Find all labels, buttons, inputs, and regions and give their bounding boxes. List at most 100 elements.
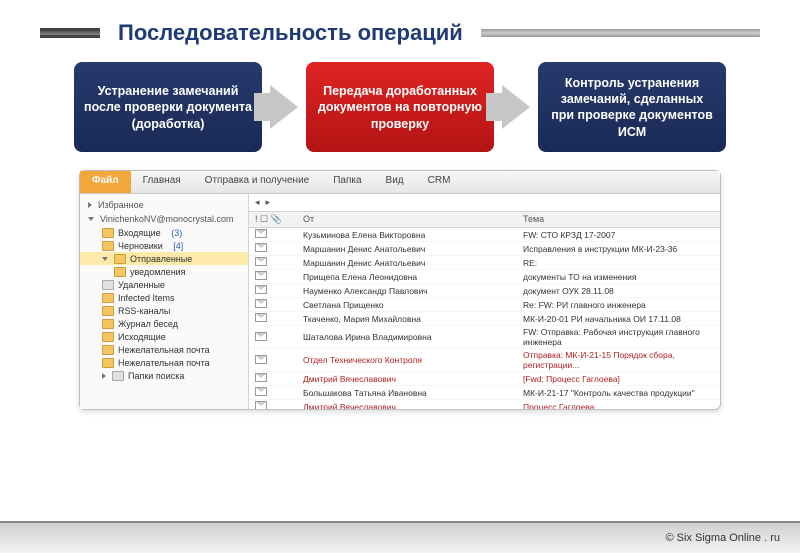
folder-label: Удаленные xyxy=(118,280,165,290)
account-header[interactable]: VinichenkoNV@monocrystal.com xyxy=(80,212,248,226)
message-row[interactable]: Маршанин Денис АнатольевичRE: xyxy=(249,256,720,270)
folder-label: Infected Items xyxy=(118,293,175,303)
message-row[interactable]: Маршанин Денис АнатольевичИсправления в … xyxy=(249,242,720,256)
folder-label: Нежелательная почта xyxy=(118,345,210,355)
message-row[interactable]: Дмитрий Вячеславович[Fwd: Процесс Гаглое… xyxy=(249,372,720,386)
col-flags[interactable]: ! ☐ 📎 xyxy=(255,214,303,225)
folder-outbox[interactable]: Исходящие xyxy=(80,330,248,343)
step-resubmit: Передача доработанных документов на повт… xyxy=(306,62,494,152)
ribbon: Файл Главная Отправка и получение Папка … xyxy=(80,171,720,194)
rows-container: Кузьминова Елена ВикторовнаFW: СТО КРЗД … xyxy=(249,228,720,409)
folder-sent[interactable]: Отправленные xyxy=(80,252,248,265)
folder-label: Журнал бесед xyxy=(118,319,178,329)
folder-icon xyxy=(102,358,114,368)
account-label: VinichenkoNV@monocrystal.com xyxy=(100,214,234,224)
folder-sidebar: Избранное VinichenkoNV@monocrystal.com В… xyxy=(80,194,249,409)
row-subject: МК-И-21-17 "Контроль качества продукции" xyxy=(523,388,714,398)
folder-icon xyxy=(102,306,114,316)
row-subject: документы ТО на изменения xyxy=(523,272,714,282)
step-control: Контроль устранения замечаний, сделанных… xyxy=(538,62,726,152)
message-row[interactable]: Науменко Александр Павловичдокумент ОУК … xyxy=(249,284,720,298)
row-from: Дмитрий Вячеславович xyxy=(303,402,523,410)
folder-icon xyxy=(102,280,114,290)
row-from: Большакова Татьяна Ивановна xyxy=(303,388,523,398)
folder-icon xyxy=(102,228,114,238)
tab-sendreceive[interactable]: Отправка и получение xyxy=(193,171,322,193)
tab-file[interactable]: Файл xyxy=(80,171,131,193)
message-row[interactable]: Дмитрий ВячеславовичПроцесс Гаглоева xyxy=(249,400,720,409)
folder-icon xyxy=(102,332,114,342)
toolbar-icon[interactable]: ▸ xyxy=(266,197,271,208)
folder-label: Папки поиска xyxy=(128,371,184,381)
email-client-screenshot: Файл Главная Отправка и получение Папка … xyxy=(79,170,721,410)
message-row[interactable]: Кузьминова Елена ВикторовнаFW: СТО КРЗД … xyxy=(249,228,720,242)
folder-label: Отправленные xyxy=(130,254,192,264)
row-from: Отдел Технического Контроля xyxy=(303,355,523,365)
col-from[interactable]: От xyxy=(303,214,523,225)
chevron-down-icon xyxy=(88,217,94,221)
folder-junk[interactable]: Нежелательная почта xyxy=(80,343,248,356)
envelope-icon xyxy=(255,243,267,252)
folder-label: Нежелательная почта xyxy=(118,358,210,368)
row-from: Дмитрий Вячеславович xyxy=(303,374,523,384)
folder-icon xyxy=(114,254,126,264)
message-row[interactable]: Прищепа Елена Леонидовнадокументы ТО на … xyxy=(249,270,720,284)
row-subject: FW: Отправка: Рабочая инструкция главног… xyxy=(523,327,714,347)
folder-rss[interactable]: RSS-каналы xyxy=(80,304,248,317)
row-from: Кузьминова Елена Викторовна xyxy=(303,230,523,240)
folder-label: Исходящие xyxy=(118,332,166,342)
row-from: Маршанин Денис Анатольевич xyxy=(303,244,523,254)
accent-bar-left xyxy=(40,28,100,38)
envelope-icon xyxy=(255,313,267,322)
row-from: Маршанин Денис Анатольевич xyxy=(303,258,523,268)
row-subject: Процесс Гаглоева xyxy=(523,402,714,410)
folder-icon xyxy=(102,241,114,251)
footer: © Six Sigma Online . ru xyxy=(0,521,800,553)
message-row[interactable]: Большакова Татьяна ИвановнаМК-И-21-17 "К… xyxy=(249,386,720,400)
envelope-icon xyxy=(255,271,267,280)
row-from: Шаталова Ирина Владимировна xyxy=(303,332,523,342)
folder-inbox[interactable]: Входящие (3) xyxy=(80,226,248,239)
row-subject: [Fwd: Процесс Гаглоева] xyxy=(523,374,714,384)
envelope-icon xyxy=(255,355,267,364)
favorites-header[interactable]: Избранное xyxy=(80,198,248,212)
tab-folder[interactable]: Папка xyxy=(321,171,373,193)
envelope-icon xyxy=(255,229,267,238)
message-row[interactable]: Светлана ПрищенкоRe: FW: РИ главного инж… xyxy=(249,298,720,312)
row-subject: RE: xyxy=(523,258,714,268)
folder-junk2[interactable]: Нежелательная почта xyxy=(80,356,248,369)
message-row[interactable]: Шаталова Ирина ВладимировнаFW: Отправка:… xyxy=(249,326,720,349)
folder-notifications[interactable]: уведомления xyxy=(80,265,248,278)
folder-label: Входящие xyxy=(118,228,161,238)
row-from: Светлана Прищенко xyxy=(303,300,523,310)
folder-deleted[interactable]: Удаленные xyxy=(80,278,248,291)
message-row[interactable]: Ткаченко, Мария МихайловнаМК-И-20-01 РИ … xyxy=(249,312,720,326)
step-remediation: Устранение замечаний после проверки доку… xyxy=(74,62,262,152)
envelope-icon xyxy=(255,257,267,266)
folder-infected[interactable]: Infected Items xyxy=(80,291,248,304)
mail-body: Избранное VinichenkoNV@monocrystal.com В… xyxy=(80,194,720,409)
toolbar-icon[interactable]: ◂ xyxy=(255,197,260,208)
process-flow: Устранение замечаний после проверки доку… xyxy=(0,56,800,170)
col-subject[interactable]: Тема xyxy=(523,214,714,225)
folder-icon xyxy=(102,345,114,355)
tab-crm[interactable]: CRM xyxy=(416,171,463,193)
slide-title: Последовательность операций xyxy=(100,20,481,46)
favorites-label: Избранное xyxy=(98,200,144,210)
folder-search[interactable]: Папки поиска xyxy=(80,369,248,382)
title-area: Последовательность операций xyxy=(0,0,800,56)
folder-label: RSS-каналы xyxy=(118,306,170,316)
folder-chatlog[interactable]: Журнал бесед xyxy=(80,317,248,330)
row-subject: МК-И-20-01 РИ начальника ОИ 17.11.08 xyxy=(523,314,714,324)
message-row[interactable]: Отдел Технического КонтроляОтправка: МК-… xyxy=(249,349,720,372)
envelope-icon xyxy=(255,332,267,341)
row-from: Ткаченко, Мария Михайловна xyxy=(303,314,523,324)
folder-drafts[interactable]: Черновики [4] xyxy=(80,239,248,252)
chevron-down-icon xyxy=(102,257,108,261)
tab-view[interactable]: Вид xyxy=(374,171,416,193)
message-list: ◂ ▸ ! ☐ 📎 От Тема Кузьминова Елена Викто… xyxy=(249,194,720,409)
row-subject: документ ОУК 28.11.08 xyxy=(523,286,714,296)
tab-home[interactable]: Главная xyxy=(131,171,193,193)
row-subject: FW: СТО КРЗД 17-2007 xyxy=(523,230,714,240)
folder-icon xyxy=(114,267,126,277)
